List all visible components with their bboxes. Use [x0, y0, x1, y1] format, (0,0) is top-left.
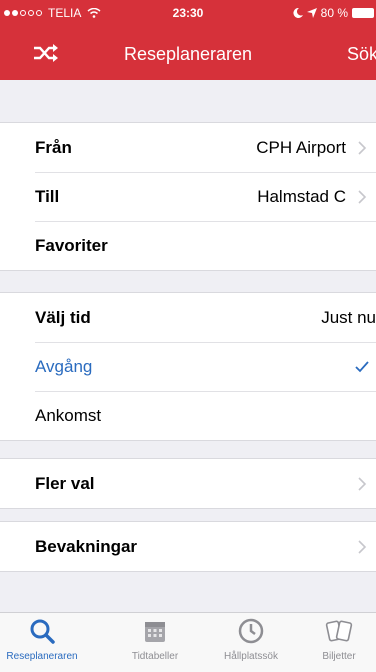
tab-label: Reseplaneraren	[6, 651, 78, 662]
page-title: Reseplaneraren	[123, 44, 253, 64]
from-row[interactable]: Från CPH Airport	[0, 123, 376, 172]
more-options-section: Fler val	[0, 458, 376, 509]
chevron-right-icon	[358, 190, 367, 204]
tab-tidtabeller[interactable]: Tidtabeller	[105, 617, 205, 662]
checkmark-icon	[355, 361, 369, 373]
tab-label: Hållplatssök	[224, 651, 278, 662]
more-options-label: Fler val	[35, 474, 95, 493]
status-right: 80 %	[293, 6, 376, 20]
to-value: Halmstad C	[257, 187, 346, 206]
to-row[interactable]: Till Halmstad C	[0, 172, 376, 221]
search-icon	[30, 619, 55, 644]
time-section: Välj tid Just nu Avgång Ankomst	[0, 292, 376, 441]
location-icon	[306, 8, 317, 18]
chevron-right-icon	[358, 141, 367, 155]
favorites-label: Favoriter	[35, 236, 108, 255]
tab-label: Biljetter	[322, 651, 356, 662]
to-label: Till	[35, 187, 60, 206]
search-button[interactable]: Sök	[347, 44, 376, 65]
subscriptions-row[interactable]: Bevakningar	[0, 522, 376, 571]
calendar-icon	[145, 622, 165, 642]
battery-icon	[352, 8, 374, 18]
clock-icon	[238, 618, 264, 644]
departure-option[interactable]: Avgång	[0, 342, 376, 391]
departure-label: Avgång	[35, 357, 93, 376]
favorites-row[interactable]: Favoriter	[0, 221, 376, 270]
moon-icon	[293, 8, 303, 18]
route-section: Från CPH Airport Till Halmstad C Favorit…	[0, 122, 376, 271]
from-value: CPH Airport	[256, 138, 346, 157]
from-label: Från	[35, 138, 72, 157]
navigation-bar: Reseplaneraren Sök	[0, 36, 376, 76]
tab-bar: Reseplaneraren Tidtabeller Hållplatssök …	[0, 612, 376, 672]
tab-biljetter[interactable]: Biljetter	[289, 617, 376, 662]
tab-reseplaneraren[interactable]: Reseplaneraren	[0, 617, 92, 662]
arrival-option[interactable]: Ankomst	[0, 391, 376, 440]
chevron-right-icon	[358, 540, 367, 554]
subscriptions-label: Bevakningar	[35, 537, 138, 556]
arrival-label: Ankomst	[35, 406, 102, 425]
tab-hallplatssok[interactable]: Hållplatssök	[201, 617, 301, 662]
tab-label: Tidtabeller	[131, 651, 179, 662]
subscriptions-section: Bevakningar	[0, 521, 376, 572]
tickets-icon	[325, 620, 353, 642]
choose-time-row[interactable]: Välj tid Just nu	[0, 293, 376, 342]
choose-time-value: Just nu	[321, 308, 376, 327]
chevron-right-icon	[358, 477, 367, 491]
status-bar: TELIA 23:30 80 %	[0, 6, 376, 22]
choose-time-label: Välj tid	[35, 308, 91, 327]
more-options-row[interactable]: Fler val	[0, 459, 376, 508]
battery-percent: 80 %	[320, 6, 348, 20]
top-bar: TELIA 23:30 80 % Reseplaneraren Sök	[0, 0, 376, 80]
